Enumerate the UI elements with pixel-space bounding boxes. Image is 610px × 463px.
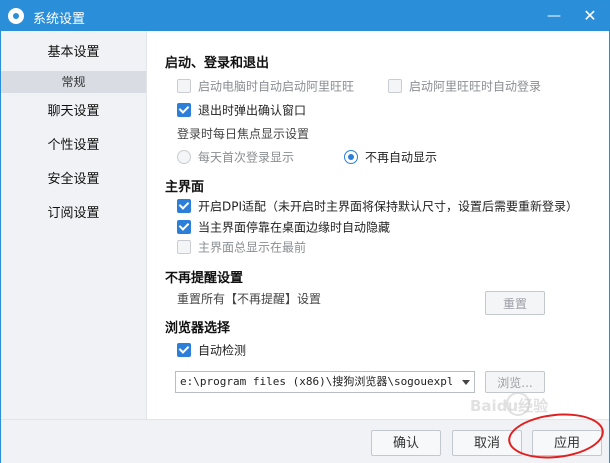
sidebar-item-chat[interactable]: 聊天设置 bbox=[1, 101, 146, 123]
sidebar-item-subscribe[interactable]: 订阅设置 bbox=[1, 203, 146, 225]
title-bar[interactable]: 系统设置 — ✕ bbox=[1, 1, 609, 31]
auto-login-checkbox[interactable] bbox=[388, 78, 402, 93]
autohide-checkbox[interactable] bbox=[177, 219, 191, 234]
minimize-button[interactable]: — bbox=[539, 1, 569, 31]
auto-detect-label: 自动检测 bbox=[198, 343, 247, 358]
autohide-label: 当主界面停靠在桌面边缘时自动隐藏 bbox=[198, 220, 391, 235]
window-title: 系统设置 bbox=[33, 12, 86, 27]
autohide-option[interactable]: 当主界面停靠在桌面边缘时自动隐藏 bbox=[177, 218, 390, 236]
auto-login-option[interactable]: 启动阿里旺旺时自动登录 bbox=[388, 77, 541, 95]
reset-button[interactable]: 重置 bbox=[485, 291, 545, 315]
sidebar: 基本设置 常规 聊天设置 个性设置 安全设置 订阅设置 bbox=[1, 31, 147, 419]
auto-detect-option[interactable]: 自动检测 bbox=[177, 341, 246, 359]
auto-start-option[interactable]: 启动电脑时自动启动阿里旺旺 bbox=[177, 77, 354, 95]
settings-content: 启动、登录和退出 启动电脑时自动启动阿里旺旺 启动阿里旺旺时自动登录 退出时弹出… bbox=[147, 31, 609, 419]
dialog-footer: 确认 取消 应用 bbox=[1, 419, 609, 463]
chevron-down-icon[interactable] bbox=[462, 380, 470, 385]
reset-reminders-text: 重置所有【不再提醒】设置 bbox=[177, 292, 322, 306]
radio-first-login-option[interactable]: 每天首次登录显示 bbox=[177, 148, 294, 166]
daily-focus-label: 登录时每日焦点显示设置 bbox=[177, 127, 310, 141]
section-title-reminders: 不再提醒设置 bbox=[165, 271, 244, 286]
ok-button[interactable]: 确认 bbox=[371, 430, 441, 456]
auto-login-label: 启动阿里旺旺时自动登录 bbox=[409, 79, 542, 94]
always-top-option[interactable]: 主界面总显示在最前 bbox=[177, 238, 306, 256]
exit-confirm-label: 退出时弹出确认窗口 bbox=[198, 103, 307, 118]
always-top-checkbox[interactable] bbox=[177, 239, 191, 254]
section-title-browser: 浏览器选择 bbox=[165, 321, 231, 336]
radio-first-login[interactable] bbox=[177, 149, 191, 164]
dpi-label: 开启DPI适配（未开启时主界面将保持默认尺寸，设置后需要重新登录） bbox=[198, 199, 579, 214]
auto-start-checkbox[interactable] bbox=[177, 78, 191, 93]
auto-start-label: 启动电脑时自动启动阿里旺旺 bbox=[198, 79, 355, 94]
always-top-label: 主界面总显示在最前 bbox=[198, 240, 307, 255]
browser-path-value: e:\program files (x86)\搜狗浏览器\sogouexplor… bbox=[180, 375, 452, 388]
radio-never-label: 不再自动显示 bbox=[365, 150, 438, 165]
exit-confirm-option[interactable]: 退出时弹出确认窗口 bbox=[177, 101, 306, 119]
sidebar-item-basic[interactable]: 基本设置 bbox=[1, 42, 146, 64]
browse-button[interactable]: 浏览... bbox=[485, 371, 545, 393]
close-button[interactable]: ✕ bbox=[575, 1, 605, 31]
settings-window: 系统设置 — ✕ 基本设置 常规 聊天设置 个性设置 安全设置 订阅设置 启动、… bbox=[0, 0, 610, 463]
dpi-option[interactable]: 开启DPI适配（未开启时主界面将保持默认尺寸，设置后需要重新登录） bbox=[177, 197, 578, 215]
sidebar-item-general[interactable]: 常规 bbox=[1, 71, 146, 93]
apply-button[interactable]: 应用 bbox=[532, 430, 602, 456]
dpi-checkbox[interactable] bbox=[177, 198, 191, 213]
app-logo-icon bbox=[8, 8, 24, 24]
auto-detect-checkbox[interactable] bbox=[177, 342, 191, 357]
cancel-button[interactable]: 取消 bbox=[452, 430, 522, 456]
section-title-main-ui: 主界面 bbox=[165, 180, 205, 195]
browser-path-select[interactable]: e:\program files (x86)\搜狗浏览器\sogouexplor… bbox=[175, 371, 475, 393]
exit-confirm-checkbox[interactable] bbox=[177, 102, 191, 117]
radio-never[interactable] bbox=[344, 149, 358, 164]
radio-never-option[interactable]: 不再自动显示 bbox=[344, 148, 437, 166]
section-title-startup: 启动、登录和退出 bbox=[165, 56, 270, 71]
sidebar-item-personal[interactable]: 个性设置 bbox=[1, 135, 146, 157]
radio-first-login-label: 每天首次登录显示 bbox=[198, 150, 295, 165]
sidebar-item-security[interactable]: 安全设置 bbox=[1, 169, 146, 191]
